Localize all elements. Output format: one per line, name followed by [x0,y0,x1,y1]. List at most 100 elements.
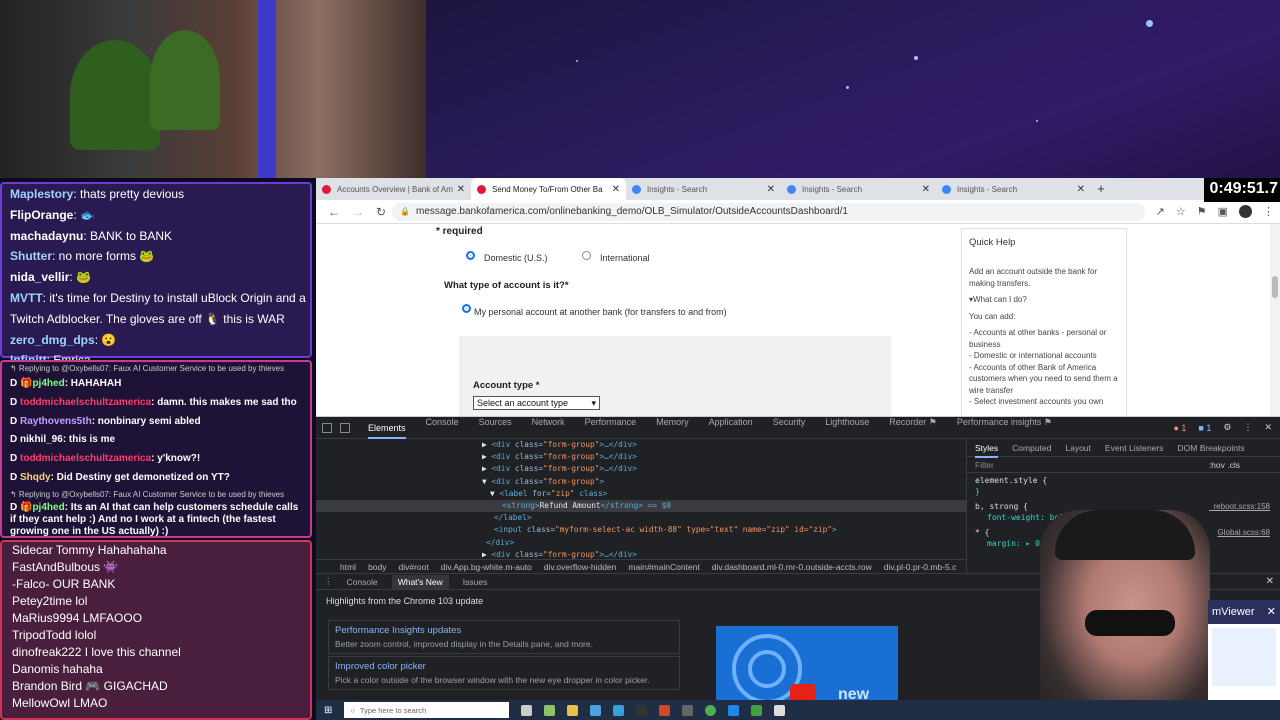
css-source-link[interactable]: _reboot.scss:158 [1209,501,1270,512]
url-field[interactable]: 🔒 message.bankofamerica.com/onlinebankin… [392,202,1145,221]
reload-icon[interactable]: ↻ [376,205,386,219]
chat-username[interactable]: MVTT [10,291,43,305]
dom-node[interactable]: ▼ <div class="form-group"> [482,476,604,488]
chat-username[interactable]: Shutter [10,249,52,263]
close-drawer-icon[interactable]: ✕ [1266,576,1274,587]
device-toolbar-icon[interactable] [340,422,350,433]
forward-icon[interactable]: → [352,205,364,219]
close-tab-icon[interactable]: ✕ [922,184,930,195]
devtools-tab[interactable]: Network [532,417,565,439]
styles-tab[interactable]: DOM Breakpoints [1178,443,1245,453]
chat-username[interactable]: toddmichaelschultzamerica [20,397,151,408]
hov-cls-toggle[interactable]: :hov .cls [1209,460,1240,470]
app-icon[interactable] [774,704,786,716]
windows-start-icon[interactable]: ⊞ [324,705,332,716]
office-icon[interactable] [659,704,671,716]
chat-username[interactable]: nida_vellir [10,270,69,284]
whats-new-card[interactable]: Performance Insights updates Better zoom… [328,620,680,654]
card-title[interactable]: Improved color picker [335,661,673,672]
drawer-tab[interactable]: Console [347,577,378,587]
close-tab-icon[interactable]: ✕ [1077,184,1085,195]
breadcrumb-item[interactable]: div.overflow-hidden [544,562,617,572]
dom-node[interactable]: </div> [486,537,514,549]
devtools-tab[interactable]: Performance insights ⚑ [957,417,1052,439]
menu-kebab-icon[interactable]: ⋮ [1263,205,1274,218]
account-type-select[interactable]: Select an account type ▾ [473,396,600,410]
more-options-icon[interactable]: ⋮ [1243,422,1252,433]
css-declaration[interactable]: } [975,486,1272,497]
what-can-i-do-toggle[interactable]: ▾What can I do? [969,294,1119,306]
browser-tab[interactable]: Insights - Search ✕ [626,178,781,200]
devtools-tab[interactable]: Lighthouse [825,417,869,439]
app-icon[interactable] [751,704,763,716]
skype-icon[interactable] [613,704,625,716]
expand-arrow-icon[interactable]: ▶ [482,452,491,461]
dom-node[interactable]: ▶ <div class="form-group">…</div> [482,439,637,451]
devtools-tab[interactable]: Elements [368,423,406,439]
dom-node[interactable]: <input class="myform-select-ac width-88"… [494,524,837,536]
close-tab-icon[interactable]: ✕ [767,184,775,195]
mail-icon[interactable] [521,704,533,716]
dom-node[interactable]: </label> [494,512,532,524]
new-tab-button[interactable]: + [1091,178,1111,200]
chat-username[interactable]: FlipOrange [10,208,73,222]
styles-tab[interactable]: Layout [1065,443,1091,453]
dom-node[interactable]: ▶ <div class="form-group">…</div> [482,549,637,559]
dom-node[interactable]: ▶ <div class="form-group">…</div> [482,451,637,463]
side-panel-icon[interactable]: ▣ [1218,205,1228,218]
breadcrumb-item[interactable]: div.App.bg-white.m-auto [441,562,532,572]
css-source-link[interactable]: Global.scss:68 [1218,527,1270,538]
browser-tab[interactable]: Accounts Overview | Bank of Am ✕ [316,178,471,200]
close-tab-icon[interactable]: ✕ [457,184,465,195]
chrome-icon[interactable] [705,704,717,716]
chat-username[interactable]: 🎁pj4hed [20,502,65,513]
expand-arrow-icon[interactable]: ▶ [482,440,491,449]
chat-username[interactable]: machadaynu [10,229,83,243]
breadcrumb-item[interactable]: body [368,562,386,572]
drawer-tab[interactable]: What's New [391,574,449,589]
breadcrumb-item[interactable]: html [340,562,356,572]
expand-arrow-icon[interactable]: ▼ [482,477,491,486]
error-count[interactable]: ● 1 [1173,423,1186,433]
breadcrumb-item[interactable]: div.dashboard.ml-0.mr-0.outside-accts.ro… [712,562,872,572]
scrollbar-thumb[interactable] [1272,276,1278,298]
chat-username[interactable]: toddmichaelschultzamerica [20,453,151,464]
expand-arrow-icon[interactable]: ▶ [482,464,491,473]
app-icon[interactable] [590,704,602,716]
styles-tab[interactable]: Event Listeners [1105,443,1164,453]
whats-new-card[interactable]: Improved color picker Pick a color outsi… [328,656,680,690]
app-icon[interactable] [544,704,556,716]
browser-tab[interactable]: Send Money To/From Other Ba ✕ [471,178,626,200]
styles-tab[interactable]: Computed [1012,443,1051,453]
browser-tab[interactable]: Insights - Search ✕ [781,178,936,200]
settings-gear-icon[interactable]: ⚙ [1223,422,1231,433]
chat-username[interactable]: zero_dmg_dps [10,333,95,347]
styles-filter[interactable]: Filter:hov .cls [967,457,1280,473]
taskbar-search[interactable]: ○ Type here to search [344,702,510,718]
devtools-tab[interactable]: Application [709,417,753,439]
chat-username[interactable]: Raythovens5th [20,416,92,427]
share-icon[interactable]: ↗ [1156,205,1165,218]
breadcrumb-item[interactable]: main#mainContent [628,562,699,572]
dom-node[interactable]: ▶ <div class="form-group">…</div> [482,463,637,475]
devtools-tab[interactable]: Recorder ⚑ [889,417,937,439]
app-icon[interactable] [567,704,579,716]
app-icon[interactable] [636,704,648,716]
close-popup-icon[interactable]: ✕ [1267,600,1276,624]
devtools-tab[interactable]: Performance [585,417,637,439]
devtools-tab[interactable]: Console [426,417,459,439]
calculator-icon[interactable] [682,704,694,716]
whats-new-video-thumbnail[interactable]: new [716,626,898,700]
devtools-tab[interactable]: Security [773,417,806,439]
bookmark-star-icon[interactable]: ☆ [1176,205,1186,218]
chat-username[interactable]: Shqdy [20,472,51,483]
devtools-tab[interactable]: Sources [479,417,512,439]
close-tab-icon[interactable]: ✕ [612,184,620,195]
devtools-tab[interactable]: Memory [656,417,689,439]
app-icon[interactable] [728,704,740,716]
breadcrumb-item[interactable]: div.pl-0.pr-0.mb-5.c [884,562,957,572]
inspect-element-icon[interactable] [322,422,332,433]
styles-tab[interactable]: Styles [975,443,999,458]
drawer-tab[interactable]: Issues [463,577,488,587]
expand-arrow-icon[interactable]: ▼ [490,489,499,498]
